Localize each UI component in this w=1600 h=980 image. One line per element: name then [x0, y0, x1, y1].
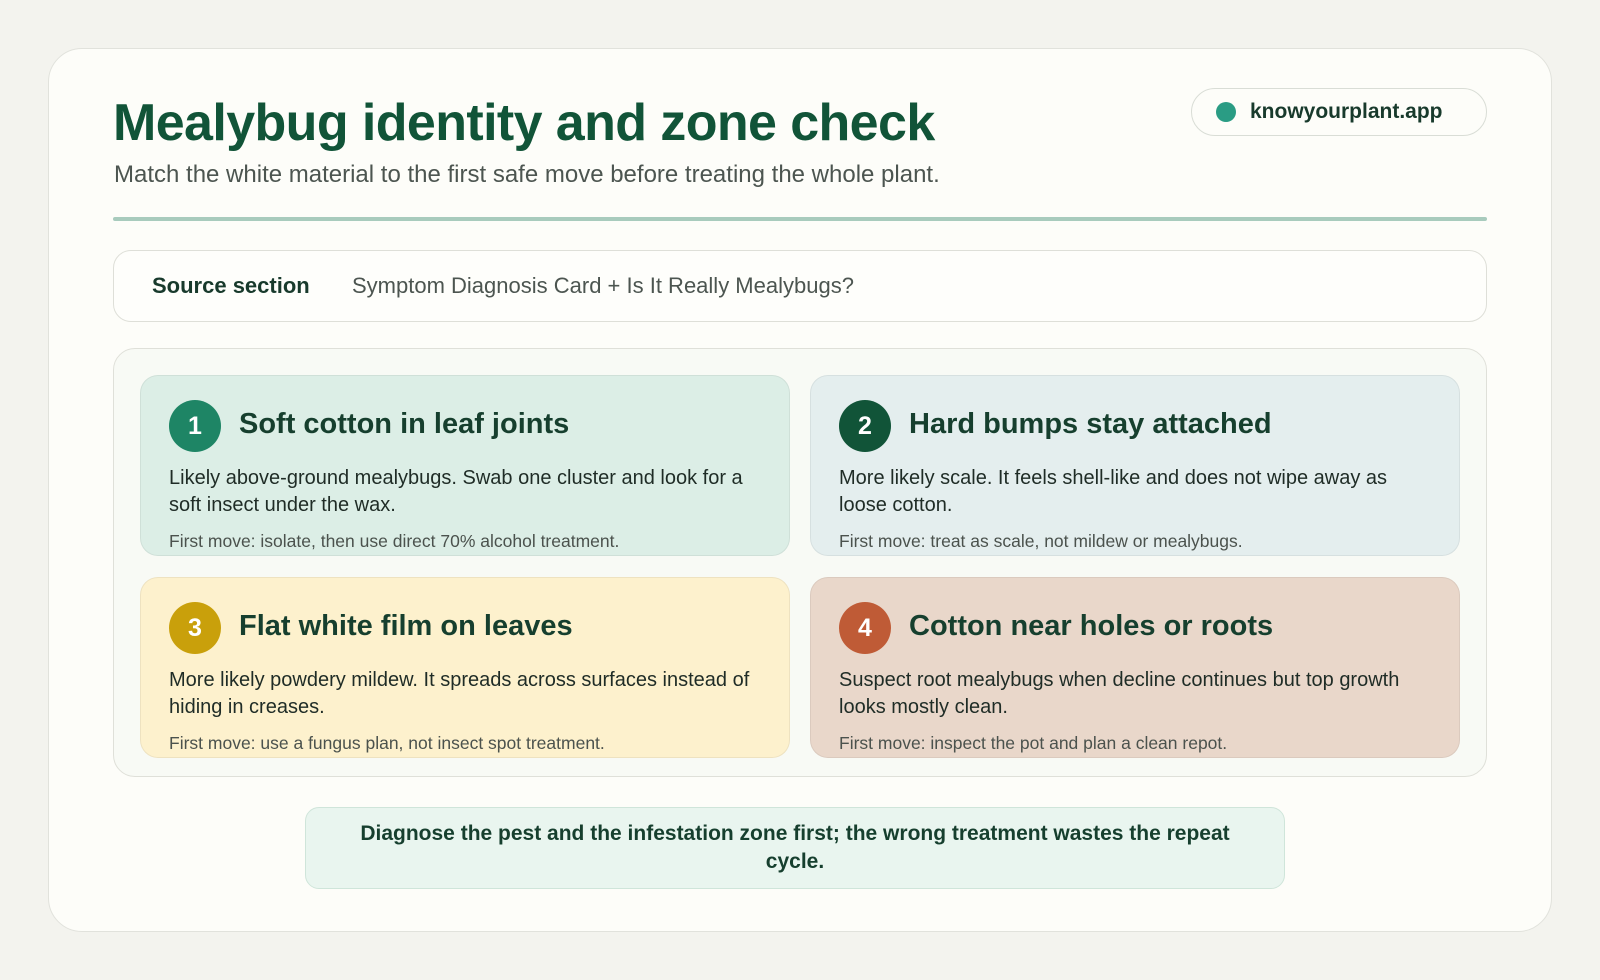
card-body-1: Likely above-ground mealybugs. Swab one … [169, 467, 743, 516]
card-first-move-2: First move: treat as scale, not mildew o… [839, 531, 1243, 551]
card-title-4: Cotton near holes or roots [909, 610, 1274, 642]
footer-note: Diagnose the pest and the infestation zo… [305, 807, 1285, 889]
diagnosis-card-4: 4 Cotton near holes or roots Suspect roo… [810, 577, 1460, 758]
card-body-4: Suspect root mealybugs when decline cont… [839, 669, 1400, 718]
brand-dot-icon [1216, 102, 1236, 122]
card-body-2: More likely scale. It feels shell-like a… [839, 467, 1388, 516]
source-section-bar: Source section Symptom Diagnosis Card + … [113, 250, 1487, 322]
card-title-3: Flat white film on leaves [239, 610, 573, 642]
main-card: Mealybug identity and zone check Match t… [48, 48, 1552, 932]
card-first-move-3: First move: use a fungus plan, not insec… [169, 733, 605, 753]
card-body-3: More likely powdery mildew. It spreads a… [169, 669, 750, 718]
page-title: Mealybug identity and zone check [113, 94, 935, 152]
source-section-value: Symptom Diagnosis Card + Is It Really Me… [352, 273, 854, 298]
diagnosis-card-2: 2 Hard bumps stay attached More likely s… [810, 375, 1460, 556]
number-badge-3: 3 [169, 602, 221, 654]
source-section-label: Source section [152, 273, 310, 298]
card-first-move-4: First move: inspect the pot and plan a c… [839, 733, 1228, 753]
number-badge-1: 1 [169, 400, 221, 452]
brand-pill[interactable]: knowyourplant.app [1191, 88, 1487, 136]
card-title-2: Hard bumps stay attached [909, 408, 1272, 440]
card-title-1: Soft cotton in leaf joints [239, 408, 570, 440]
page-subtitle: Match the white material to the first sa… [114, 161, 940, 188]
number-badge-4: 4 [839, 602, 891, 654]
number-badge-2: 2 [839, 400, 891, 452]
diagnosis-panel: 1 Soft cotton in leaf joints Likely abov… [113, 348, 1487, 777]
diagnosis-card-1: 1 Soft cotton in leaf joints Likely abov… [140, 375, 790, 556]
diagnosis-card-3: 3 Flat white film on leaves More likely … [140, 577, 790, 758]
brand-label: knowyourplant.app [1250, 100, 1443, 123]
card-first-move-1: First move: isolate, then use direct 70%… [169, 531, 620, 551]
header-divider [113, 217, 1487, 221]
